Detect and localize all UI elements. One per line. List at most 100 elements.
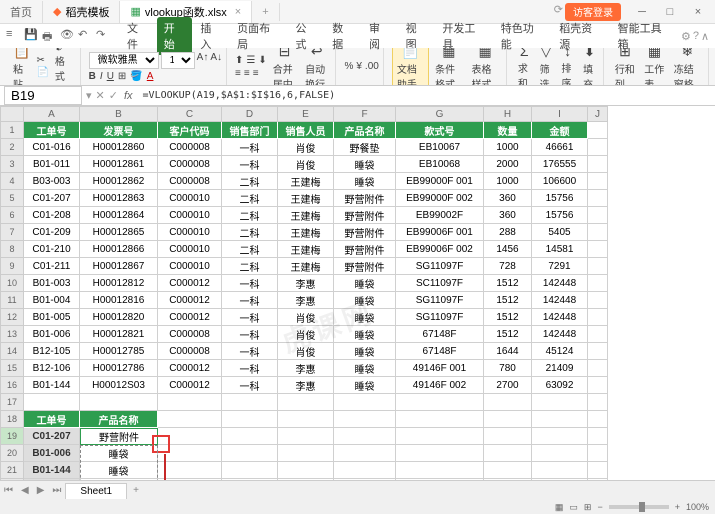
cell-I19[interactable] [532,428,588,445]
cell-H12[interactable]: 1512 [484,309,532,326]
row-header-3[interactable]: 3 [0,156,24,173]
col-header-J[interactable]: J [588,106,608,122]
cell-J19[interactable] [588,428,608,445]
cell-A17[interactable] [24,394,80,411]
cell-F9[interactable]: 野营附件 [334,258,396,275]
cell-A8[interactable]: C01-210 [24,241,80,258]
align-left-icon[interactable]: ≡ [235,68,241,79]
cell-I14[interactable]: 45124 [532,343,588,360]
col-header-G[interactable]: G [396,106,484,122]
cell-D8[interactable]: 二科 [222,241,278,258]
close-button[interactable]: × [685,3,711,21]
cell-F11[interactable]: 睡袋 [334,292,396,309]
cell-I6[interactable]: 15756 [532,207,588,224]
cell-B10[interactable]: H00012812 [80,275,158,292]
view-break-icon[interactable]: ⊞ [584,502,592,513]
cell-D16[interactable]: 一科 [222,377,278,394]
cell-H16[interactable]: 2700 [484,377,532,394]
accept-formula-icon[interactable]: ✓ [109,89,118,102]
cell-H20[interactable] [484,445,532,462]
redo-icon[interactable]: ↷ [96,28,112,44]
cell-F16[interactable]: 睡袋 [334,377,396,394]
cell-B2[interactable]: H00012860 [80,139,158,156]
cell-C21[interactable] [158,462,222,479]
cell-B6[interactable]: H00012864 [80,207,158,224]
cell-C19[interactable] [158,428,222,445]
first-sheet-icon[interactable]: ⏮ [0,485,17,496]
cell-E8[interactable]: 王建梅 [278,241,334,258]
cell-G15[interactable]: 49146F 001 [396,360,484,377]
cell-F21[interactable] [334,462,396,479]
underline-icon[interactable]: U [107,71,114,82]
col-header-I[interactable]: I [532,106,588,122]
cell-I9[interactable]: 7291 [532,258,588,275]
cell-J11[interactable] [588,292,608,309]
cell-C5[interactable]: C000010 [158,190,222,207]
cell-E2[interactable]: 肖俊 [278,139,334,156]
close-icon[interactable]: × [235,6,241,18]
select-all-corner[interactable] [0,106,24,122]
fill-color-icon[interactable]: 🪣 [130,71,142,82]
cell-G17[interactable] [396,394,484,411]
cell-F7[interactable]: 野营附件 [334,224,396,241]
cell-J4[interactable] [588,173,608,190]
row-header-13[interactable]: 13 [0,326,24,343]
cell-B1[interactable]: 发票号 [80,122,158,139]
cell-D5[interactable]: 二科 [222,190,278,207]
view-page-icon[interactable]: ▭ [569,502,578,513]
cell-J15[interactable] [588,360,608,377]
cell-I17[interactable] [532,394,588,411]
cell-B4[interactable]: H00012862 [80,173,158,190]
cell-E11[interactable]: 李惠 [278,292,334,309]
cell-A3[interactable]: B01-011 [24,156,80,173]
cell-C11[interactable]: C000012 [158,292,222,309]
row-header-14[interactable]: 14 [0,343,24,360]
col-header-C[interactable]: C [158,106,222,122]
cell-E20[interactable] [278,445,334,462]
row-header-17[interactable]: 17 [0,394,24,411]
cell-H19[interactable] [484,428,532,445]
cell-I20[interactable] [532,445,588,462]
cell-B15[interactable]: H00012786 [80,360,158,377]
cell-F1[interactable]: 产品名称 [334,122,396,139]
cell-J13[interactable] [588,326,608,343]
cell-H7[interactable]: 288 [484,224,532,241]
cell-F5[interactable]: 野营附件 [334,190,396,207]
cell-F10[interactable]: 睡袋 [334,275,396,292]
row-header-2[interactable]: 2 [0,139,24,156]
cell-F2[interactable]: 野餐垫 [334,139,396,156]
cell-E13[interactable]: 肖俊 [278,326,334,343]
number-format[interactable]: % [344,61,353,72]
cell-I5[interactable]: 15756 [532,190,588,207]
cell-F12[interactable]: 睡袋 [334,309,396,326]
cell-J2[interactable] [588,139,608,156]
undo-icon[interactable]: ↶ [78,28,94,44]
template-tab[interactable]: ◆稻壳模板 [43,1,120,23]
cell-E1[interactable]: 销售人员 [278,122,334,139]
cell-I13[interactable]: 142448 [532,326,588,343]
row-header-5[interactable]: 5 [0,190,24,207]
cell-G18[interactable] [396,411,484,428]
cell-B18[interactable]: 产品名称 [80,411,158,428]
cell-J12[interactable] [588,309,608,326]
cell-F17[interactable] [334,394,396,411]
font-name-select[interactable]: 微软雅黑 [89,52,159,69]
cell-J21[interactable] [588,462,608,479]
help-icon[interactable]: ⚙ [681,30,691,43]
row-header-21[interactable]: 21 [0,462,24,479]
align-top-icon[interactable]: ⬆ [235,55,243,66]
row-header-18[interactable]: 18 [0,411,24,428]
row-header-11[interactable]: 11 [0,292,24,309]
cell-D6[interactable]: 二科 [222,207,278,224]
row-header-7[interactable]: 7 [0,224,24,241]
cell-J1[interactable] [588,122,608,139]
cond-format-button[interactable]: ▦条件格式 [432,48,465,86]
cell-H4[interactable]: 1000 [484,173,532,190]
cell-I12[interactable]: 142448 [532,309,588,326]
cell-F15[interactable]: 睡袋 [334,360,396,377]
cell-D21[interactable] [222,462,278,479]
cell-C12[interactable]: C000012 [158,309,222,326]
cell-B16[interactable]: H00012S03 [80,377,158,394]
cell-J6[interactable] [588,207,608,224]
cell-I16[interactable]: 63092 [532,377,588,394]
